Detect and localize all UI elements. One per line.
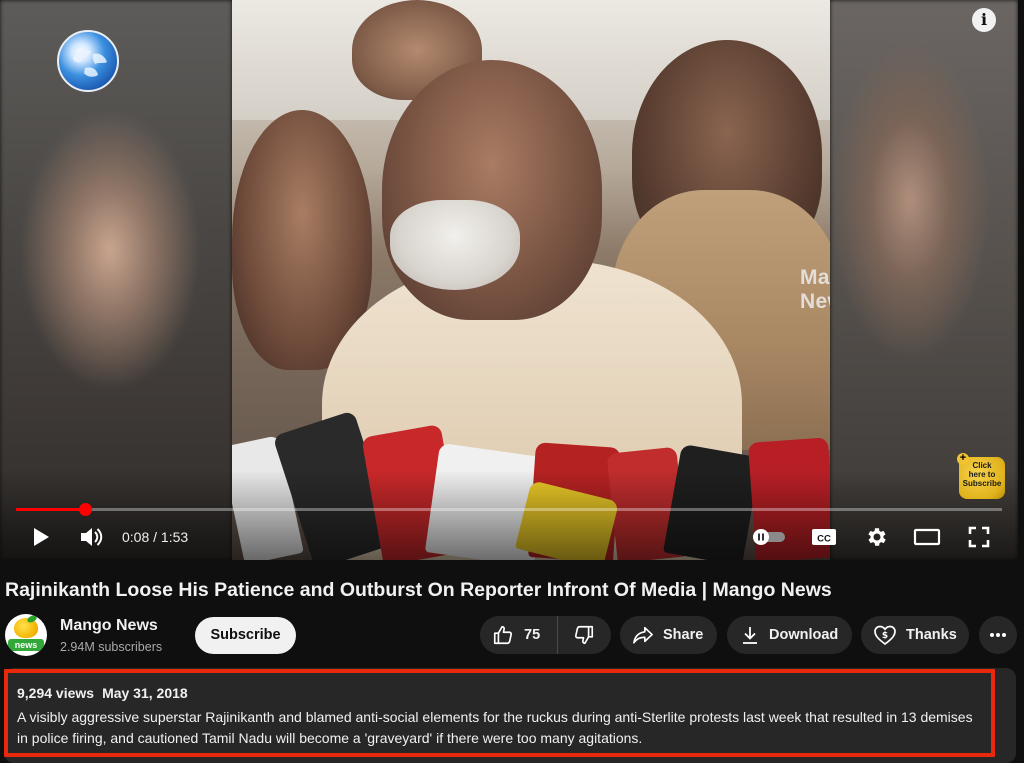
subscribe-watermark-badge[interactable]: + Click here to Subscribe	[957, 453, 1005, 499]
theater-mode-icon	[913, 528, 941, 546]
theater-mode-button[interactable]	[912, 524, 942, 550]
thumbs-down-icon	[574, 625, 594, 645]
info-icon[interactable]: i	[972, 8, 996, 32]
autoplay-toggle[interactable]	[750, 524, 788, 550]
view-count: 9,294 views	[17, 685, 95, 701]
dislike-button[interactable]	[558, 616, 610, 654]
subscriber-count: 2.94M subscribers	[60, 640, 163, 654]
subscribe-button[interactable]: Subscribe	[195, 617, 296, 654]
play-button[interactable]	[28, 524, 54, 550]
channel-avatar[interactable]: news	[5, 614, 47, 656]
upload-date: May 31, 2018	[102, 685, 188, 701]
download-button[interactable]: Download	[727, 616, 852, 654]
video-player[interactable]: Mango News i + Click here to Subscribe 0…	[0, 0, 1018, 560]
play-icon	[34, 528, 49, 546]
video-title: Rajinikanth Loose His Patience and Outbu…	[5, 579, 832, 601]
captions-button[interactable]: CC	[809, 524, 839, 550]
scrubber-handle[interactable]	[79, 503, 93, 516]
thumbs-up-icon	[493, 625, 513, 645]
download-icon	[743, 627, 757, 644]
like-count: 75	[524, 627, 541, 643]
volume-icon	[81, 528, 103, 546]
autoplay-toggle-icon	[753, 529, 785, 545]
like-button[interactable]: 75	[480, 616, 558, 654]
like-dislike-group: 75	[480, 616, 611, 654]
description-text: A visibly aggressive superstar Rajinikan…	[17, 709, 973, 746]
more-actions-button[interactable]	[979, 616, 1017, 654]
super-thanks-icon: $	[874, 625, 896, 646]
settings-icon	[868, 528, 886, 546]
svg-text:CC: CC	[817, 534, 831, 545]
share-icon	[633, 626, 653, 644]
plus-icon: +	[957, 453, 969, 465]
progress-played	[16, 508, 86, 511]
fullscreen-button[interactable]	[965, 524, 993, 550]
share-button[interactable]: Share	[620, 616, 717, 654]
time-display: 0:08 / 1:53	[122, 529, 189, 545]
settings-button[interactable]	[862, 524, 890, 550]
channel-name[interactable]: Mango News	[60, 617, 158, 635]
thanks-button[interactable]: $ Thanks	[861, 616, 969, 654]
globe-logo-icon	[57, 30, 119, 92]
svg-text:$: $	[882, 631, 888, 641]
fullscreen-icon	[968, 526, 990, 548]
volume-button[interactable]	[77, 524, 105, 550]
channel-watermark: Mango News	[800, 266, 830, 313]
more-horizontal-icon	[990, 633, 1006, 637]
description-meta: 9,294 views May 31, 2018	[17, 685, 188, 701]
progress-bar[interactable]	[16, 503, 1002, 516]
captions-icon: CC	[812, 529, 836, 545]
